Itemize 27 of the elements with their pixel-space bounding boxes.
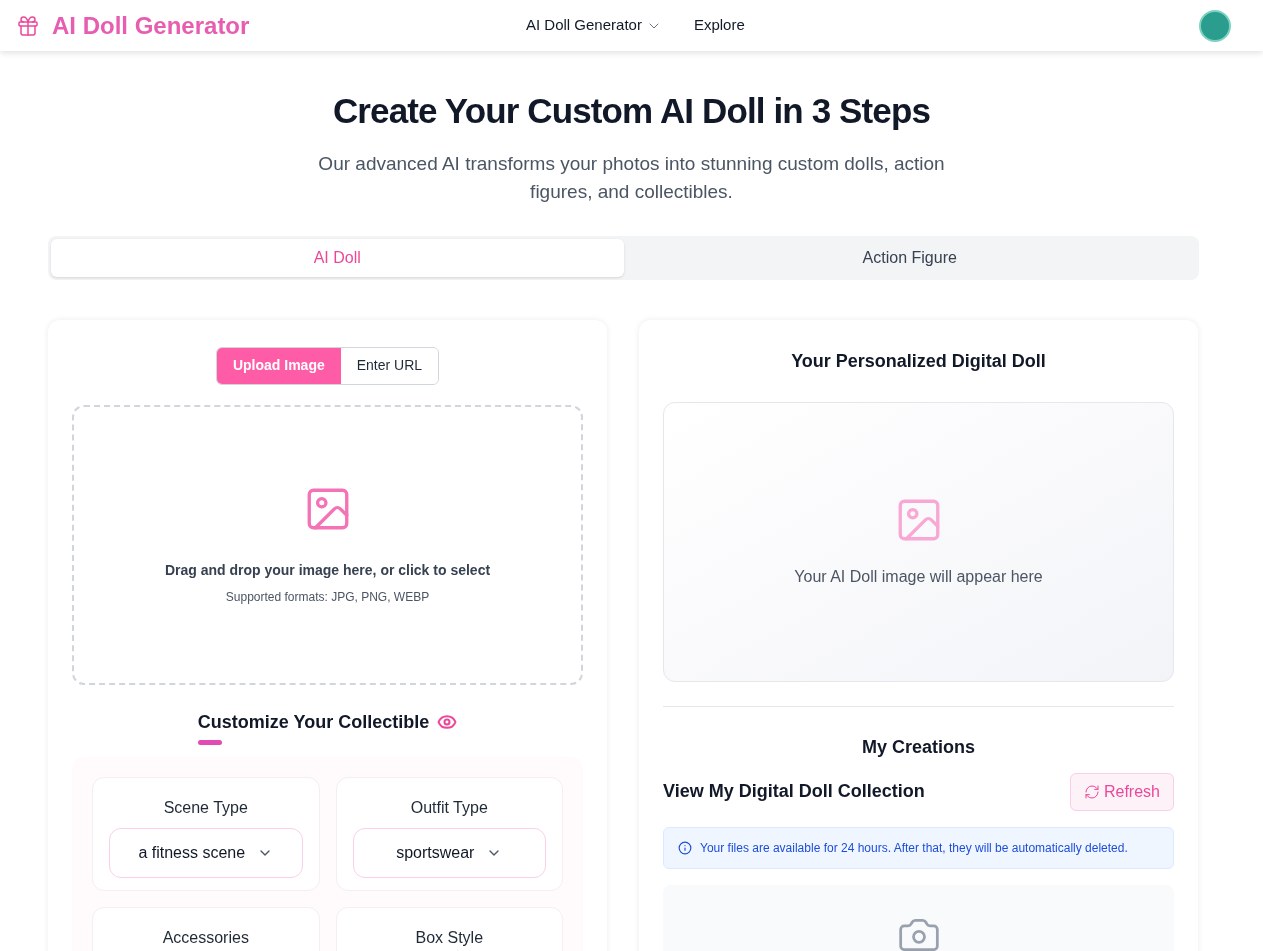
info-icon <box>678 840 692 855</box>
option-label: Outfit Type <box>410 797 488 818</box>
preview-caption: Your AI Doll image will appear here <box>794 566 1043 587</box>
page-subtitle: Our advanced AI transforms your photos into stunning custom dolls, action figures, and collectibles. <box>317 151 946 204</box>
option-label: Scene Type <box>163 797 248 818</box>
option-select[interactable]: sportswear <box>352 827 546 878</box>
option-label: Box Style <box>415 927 484 948</box>
avatar[interactable] <box>1199 9 1231 42</box>
title-underline <box>197 739 222 745</box>
drop-zone[interactable]: Drag and drop your image here, or click to select Supported formats: JPG, PNG, WEBP <box>72 404 583 685</box>
eye-icon <box>437 712 458 732</box>
supported-formats: Supported formats: JPG, PNG, WEBP <box>225 588 430 606</box>
notice-text: Your files are available for 24 hours. After that, they will be automatically deleted. <box>700 839 1128 857</box>
section-title: Customize Your Collectible <box>197 710 430 734</box>
creations-title: My Creations <box>861 735 976 759</box>
option-label: Accessories <box>162 927 249 948</box>
result-title: Your Personalized Digital Doll <box>790 349 1047 373</box>
gift-icon <box>16 13 40 38</box>
drop-instructions: Drag and drop your image here, or click to select <box>164 560 491 580</box>
page-title: Create Your Custom AI Doll in 3 Steps <box>331 90 932 132</box>
nav-link[interactable]: Explore <box>693 14 745 37</box>
nav-dropdown[interactable]: AI Doll Generator <box>526 14 662 37</box>
tab[interactable]: AI Doll <box>51 238 624 277</box>
option-select[interactable]: a fitness scene <box>109 827 303 878</box>
tab[interactable]: Action Figure <box>623 238 1196 277</box>
collection-title: View My Digital Doll Collection <box>663 780 925 803</box>
refresh-icon <box>1083 783 1100 800</box>
